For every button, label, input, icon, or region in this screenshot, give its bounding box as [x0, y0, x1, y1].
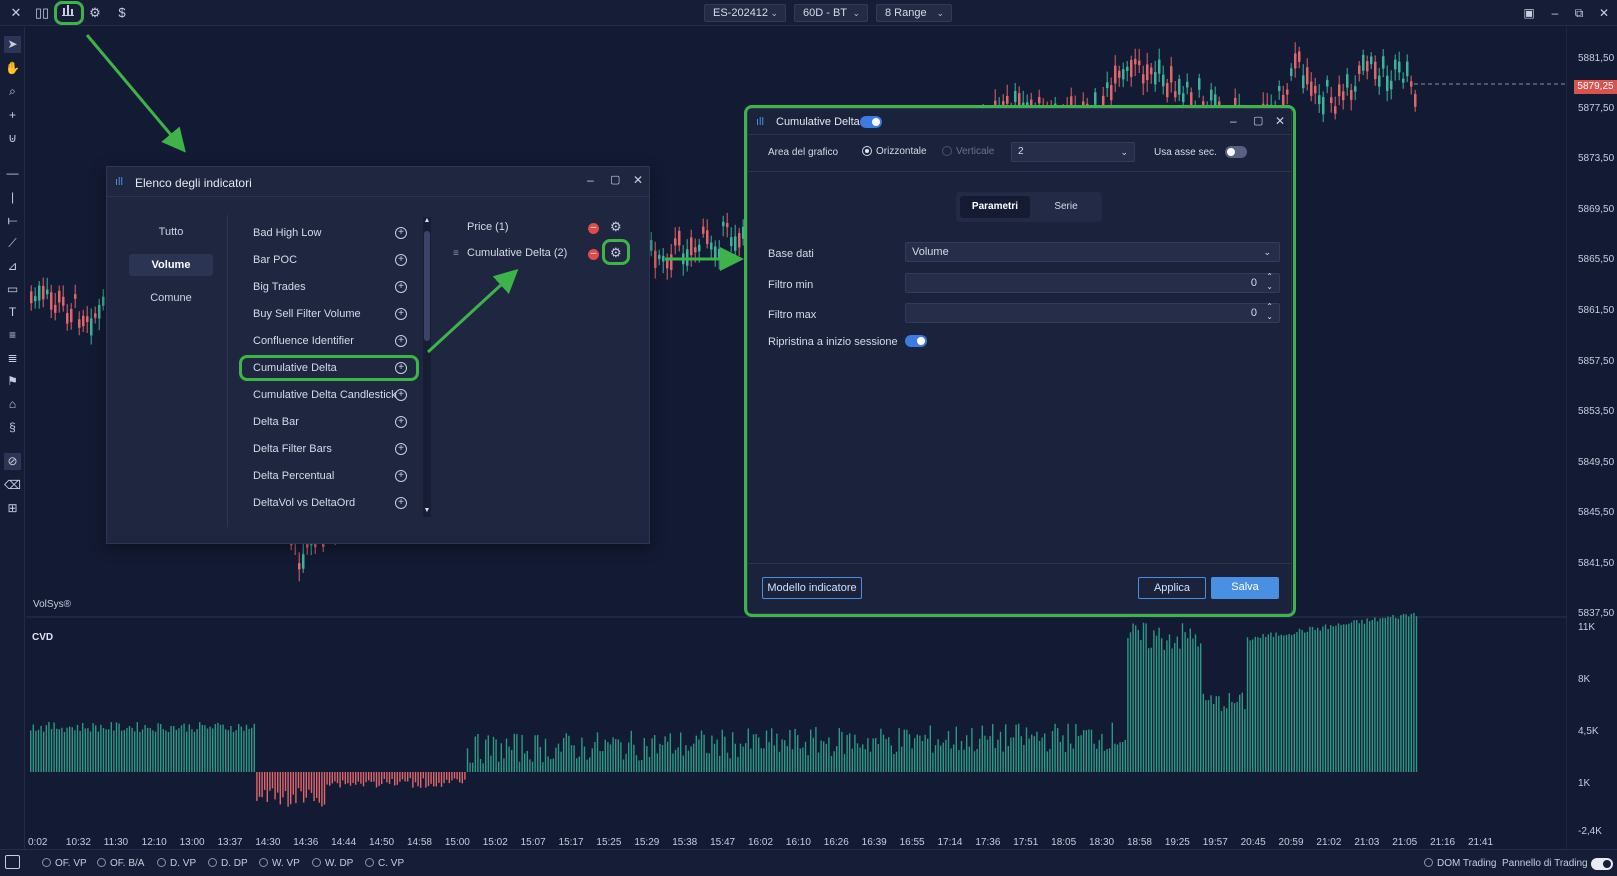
arrow-to-list	[85, 34, 186, 153]
arrow-to-active	[426, 268, 519, 354]
annotation-arrows	[85, 34, 744, 354]
